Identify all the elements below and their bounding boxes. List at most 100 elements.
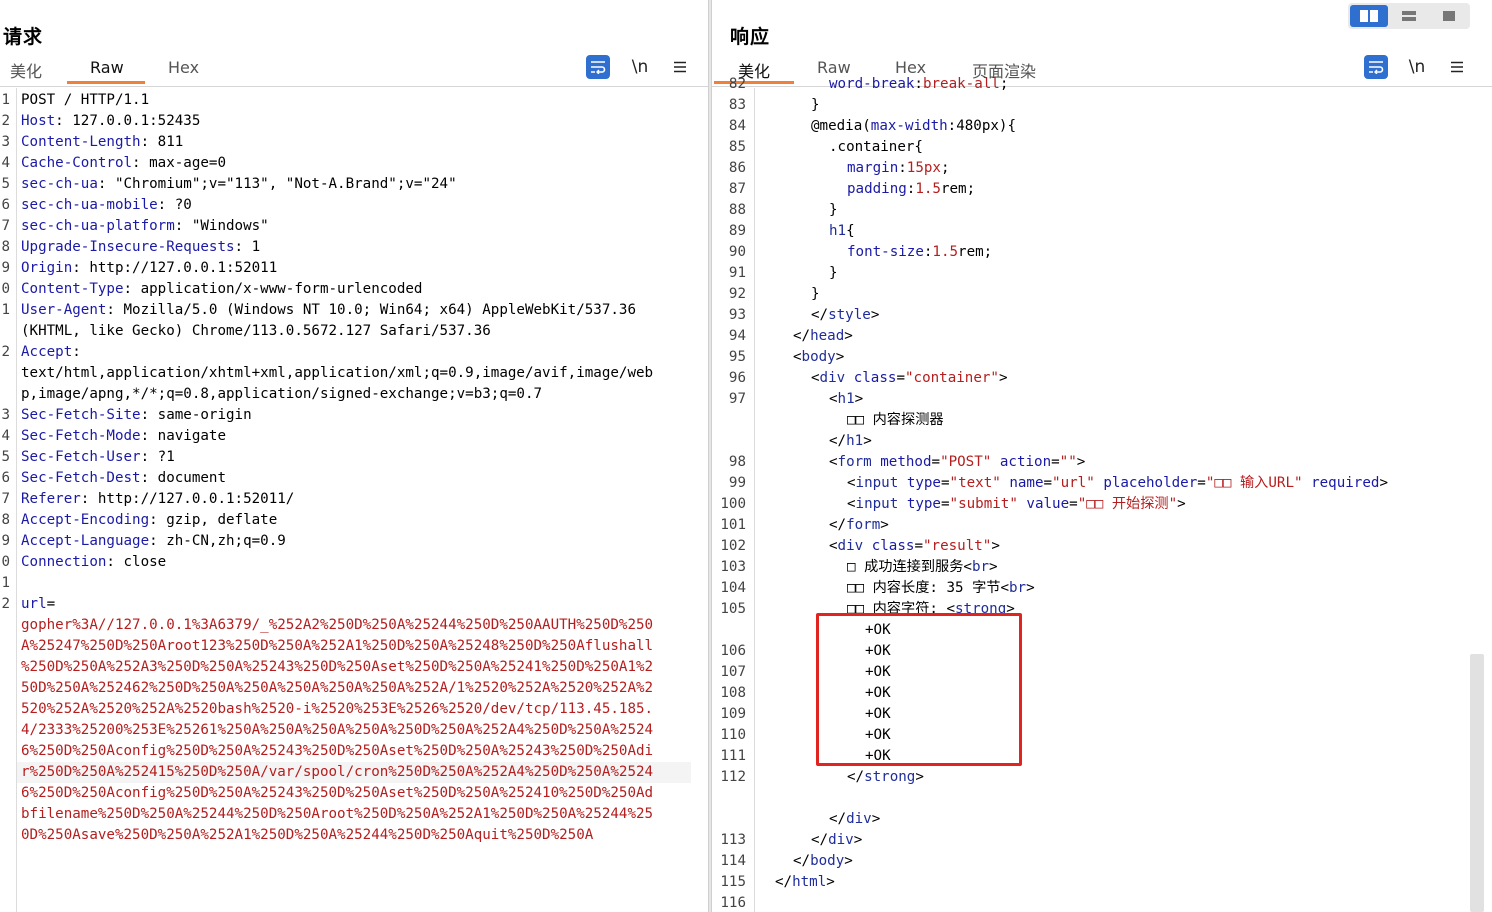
code-token: > <box>915 769 924 785</box>
code-token: : http://127.0.0.1:52011 <box>72 260 278 276</box>
code-line: 0D%250Asave%250D%250A%252A1%250D%250A%25… <box>21 825 593 846</box>
code-token: > <box>844 853 853 869</box>
response-editor[interactable]: 82 word-break:break-all; 83} 84 @media(max-w… <box>712 76 1472 912</box>
line-number <box>0 657 10 678</box>
code-token: class <box>871 538 915 554</box>
code-token: Sec-Fetch-Mode <box>21 428 141 444</box>
line-number: 5 <box>1 176 10 192</box>
code-token: "□□ 输入URL" <box>1205 475 1303 491</box>
code-token: : "Windows" <box>174 218 269 234</box>
code-token: = <box>931 454 941 470</box>
line-number <box>0 762 10 783</box>
code-token: margin <box>847 160 899 176</box>
code-token: User-Agent <box>21 302 107 318</box>
code-token: placeholder <box>1103 475 1198 491</box>
line-number <box>0 636 10 657</box>
line-number <box>0 363 10 384</box>
tab-hex[interactable]: Hex <box>168 58 199 77</box>
line-number: 101 <box>720 517 746 533</box>
code-token: Sec-Fetch-Site <box>21 407 141 423</box>
code-token: text/html,application/xhtml+xml,applicat… <box>21 365 654 381</box>
code-line: □□ 内容长度: 35 字节<br> <box>847 578 1035 599</box>
wrap-icon <box>1369 61 1384 74</box>
menu-button[interactable] <box>668 55 692 79</box>
code-token: > <box>991 538 1000 554</box>
line-number: 0 <box>1 554 10 570</box>
request-pane: 请求 美化 Raw Hex \n 1 POST / HTTP/1.1 2 Host: … <box>0 0 708 912</box>
code-line: </head> <box>793 326 853 347</box>
code-line: Origin: http://127.0.0.1:52011 <box>21 258 277 279</box>
code-line: @media(max-width:480px){ <box>811 116 1016 137</box>
line-number: 99 <box>728 475 746 491</box>
newline-toggle-button[interactable]: \n <box>1405 55 1429 79</box>
code-token: < <box>829 391 838 407</box>
code-token: □□ 内容探测器 <box>847 412 944 428</box>
split-vertical-button[interactable] <box>1390 5 1428 27</box>
response-scrollbar[interactable] <box>1470 654 1484 912</box>
code-line: Content-Length: 811 <box>21 132 183 153</box>
menu-button[interactable] <box>1445 55 1469 79</box>
line-number: 9 <box>1 260 10 276</box>
code-token: ; <box>999 76 1009 92</box>
code-token: </ <box>829 433 847 449</box>
line-number: 114 <box>720 853 746 869</box>
code-token: 520%252A%2520%252A%2520bash%2520-i%2520%… <box>21 701 654 717</box>
code-token: Upgrade-Insecure-Requests <box>21 239 235 255</box>
code-token: = <box>896 370 905 386</box>
code-token: : document <box>140 470 227 486</box>
code-line: <div class="container"> <box>811 368 1008 389</box>
code-line: <div class="result"> <box>829 536 1000 557</box>
wrap-toggle-button[interactable] <box>586 55 610 79</box>
code-token: "submit" <box>949 496 1018 512</box>
code-line: □ 成功连接到服务<br> <box>847 557 998 578</box>
code-token: html <box>792 874 827 890</box>
code-token: sec-ch-ua-mobile <box>21 197 158 213</box>
split-horizontal-button[interactable] <box>1350 5 1388 27</box>
code-token: = <box>1051 454 1060 470</box>
menu-icon <box>674 61 686 73</box>
code-token: > <box>870 307 880 323</box>
code-token: br <box>971 559 990 575</box>
line-number: 7 <box>1 491 10 507</box>
code-line: Content-Type: application/x-www-form-url… <box>21 279 422 300</box>
code-token: </ <box>811 307 829 323</box>
single-pane-button[interactable] <box>1430 5 1468 27</box>
tab-beautify[interactable]: 美化 <box>10 58 42 82</box>
code-token: :480px){ <box>947 118 1017 134</box>
line-number: 2 <box>1 596 10 612</box>
code-line: <form method="POST" action=""> <box>829 452 1085 473</box>
code-token: 1.5 <box>915 181 941 197</box>
code-line: </form> <box>829 515 889 536</box>
code-token: </ <box>829 517 847 533</box>
code-line: </html> <box>775 872 835 893</box>
code-line: Accept-Encoding: gzip, deflate <box>21 510 277 531</box>
code-token: br <box>1009 580 1027 596</box>
code-token: body <box>810 853 845 869</box>
code-token: = <box>1043 475 1053 491</box>
code-line: } <box>811 95 820 116</box>
code-line: </div> <box>811 830 862 851</box>
code-line: □□ 内容探测器 <box>847 410 944 431</box>
code-token: p,image/apng,*/*;q=0.8,application/signe… <box>21 386 543 402</box>
code-token: Sec-Fetch-User <box>21 449 141 465</box>
line-number: 8 <box>1 512 10 528</box>
code-token: padding <box>847 181 907 197</box>
code-token: type <box>906 496 941 512</box>
code-line: h1{ <box>829 221 855 242</box>
code-token: : navigate <box>140 428 227 444</box>
request-editor[interactable]: 1 POST / HTTP/1.1 2 Host: 127.0.0.1:52435 3 C… <box>0 88 708 912</box>
code-line: } <box>829 263 838 284</box>
line-number <box>0 825 10 846</box>
code-token: %250D%250A%252A3%250D%250A%25243%250D%25… <box>21 659 654 675</box>
code-token: Cache-Control <box>21 155 133 171</box>
code-line: A%25247%250D%250Aroot123%250D%250A%252A1… <box>21 636 653 657</box>
newline-toggle-button[interactable]: \n <box>628 55 652 79</box>
code-token: = <box>46 596 56 612</box>
code-token: action <box>999 454 1052 470</box>
code-token: : application/x-www-form-urlencoded <box>123 281 423 297</box>
tab-raw[interactable]: Raw <box>90 58 124 77</box>
wrap-toggle-button[interactable] <box>1364 55 1388 79</box>
code-token: method <box>880 454 932 470</box>
